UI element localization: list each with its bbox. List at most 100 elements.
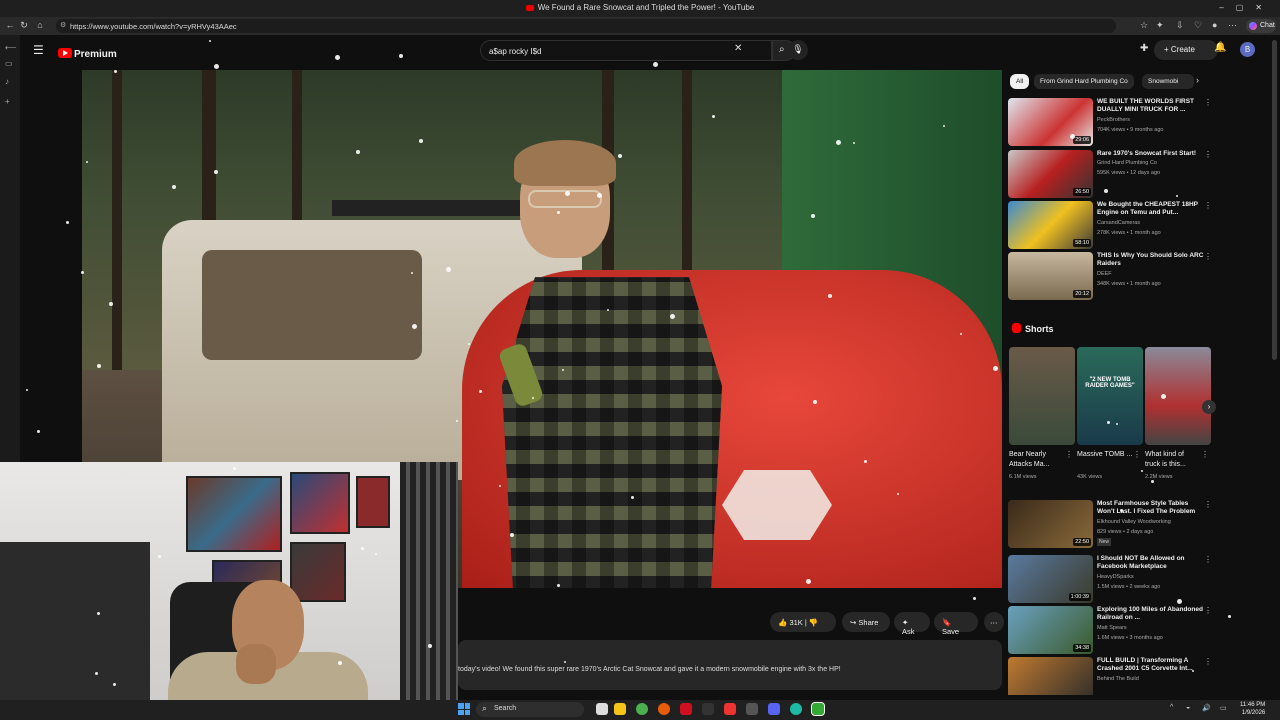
more-options-icon[interactable]: ⋮ — [1204, 657, 1212, 666]
search-input[interactable]: a$ap rocky I$d — [480, 40, 772, 61]
rail-back-icon[interactable]: ⟵ — [5, 43, 16, 52]
acrobat-icon[interactable] — [680, 703, 692, 715]
video-thumbnail[interactable]: 1:00:39 — [1008, 555, 1093, 603]
capcut-icon[interactable] — [724, 703, 736, 715]
recommendation-item[interactable]: 1:00:39 I Should NOT Be Allowed on Faceb… — [1008, 555, 1218, 605]
more-options-icon[interactable]: ⋮ — [1204, 555, 1212, 564]
screen-capture-icon[interactable] — [811, 702, 825, 716]
channel-name[interactable]: HeavyDSparks — [1097, 574, 1134, 580]
task-view-icon[interactable] — [596, 703, 608, 715]
edge-icon[interactable] — [790, 703, 802, 715]
site-info-icon[interactable]: ⚙ — [60, 21, 66, 29]
rail-tab-icon[interactable]: ▭ — [5, 59, 13, 68]
short-item[interactable]: Bear Nearly Attacks Ma... 6.1M views ⋮ — [1009, 347, 1075, 481]
favorites-icon[interactable]: ♡ — [1194, 20, 1202, 31]
page-scrollbar[interactable] — [1272, 40, 1277, 360]
more-options-icon[interactable]: ⋮ — [1204, 606, 1212, 615]
short-thumbnail[interactable] — [1145, 347, 1211, 445]
recommendation-item[interactable]: 22:50 Most Farmhouse Style Tables Won't … — [1008, 500, 1218, 550]
more-options-icon[interactable]: ⋮ — [1201, 450, 1209, 459]
short-title[interactable]: Bear Nearly Attacks Ma... — [1009, 450, 1065, 470]
network-icon[interactable]: ◒ — [1186, 704, 1190, 711]
more-options-icon[interactable]: ⋮ — [1204, 201, 1212, 210]
thumbs-down-icon[interactable]: | 👎 — [805, 618, 818, 627]
short-title[interactable]: What kind of truck is this... — [1145, 450, 1201, 470]
video-thumbnail[interactable] — [1008, 657, 1093, 695]
recommendation-item[interactable]: 20:12 THIS Is Why You Should Solo ARC Ra… — [1008, 252, 1218, 302]
tray-chevron-icon[interactable]: ^ — [1170, 704, 1173, 711]
recommendation-item[interactable]: 34:38 Exploring 100 Miles of Abandoned R… — [1008, 606, 1218, 656]
downloads-icon[interactable]: ⇩ — [1176, 20, 1184, 31]
bookmark-star-icon[interactable]: ☆ — [1140, 20, 1148, 31]
video-title[interactable]: Rare 1970's Snowcat First Start! — [1097, 150, 1205, 158]
chevron-right-icon[interactable]: › — [1196, 75, 1199, 85]
rail-audio-icon[interactable]: ♪ — [5, 77, 9, 86]
like-button[interactable]: 👍 31K | 👎 — [770, 612, 836, 632]
more-options-icon[interactable]: ⋮ — [1204, 252, 1212, 261]
shorts-next-chevron-icon[interactable]: › — [1202, 400, 1216, 414]
clear-search-icon[interactable]: ✕ — [734, 43, 742, 54]
channel-name[interactable]: Elkhound Valley Woodworking — [1097, 519, 1171, 525]
chrome-icon[interactable] — [636, 703, 648, 715]
channel-name[interactable]: Matt Spears — [1097, 625, 1127, 631]
volume-icon[interactable]: 🔊 — [1202, 704, 1211, 712]
voice-search-mic-icon[interactable]: 🎙 — [788, 40, 808, 60]
file-explorer-icon[interactable] — [614, 703, 626, 715]
more-actions-button[interactable]: ⋯ — [984, 612, 1004, 632]
more-options-icon[interactable]: ⋮ — [1204, 150, 1212, 159]
extensions-icon[interactable]: ✦ — [1156, 20, 1164, 31]
chip-from-channel[interactable]: From Grind Hard Plumbing Co — [1034, 74, 1134, 89]
create-button[interactable]: + Create — [1154, 40, 1218, 60]
video-thumbnail[interactable]: 29:06 — [1008, 98, 1093, 146]
short-thumbnail[interactable] — [1009, 347, 1075, 445]
video-thumbnail[interactable]: 22:50 — [1008, 500, 1093, 548]
hamburger-menu-icon[interactable]: ☰ — [33, 43, 44, 57]
profile-icon[interactable]: ● — [1212, 20, 1217, 30]
windows-start-icon[interactable] — [458, 703, 470, 715]
video-title[interactable]: Most Farmhouse Style Tables Won't Last. … — [1097, 500, 1205, 516]
cast-icon[interactable]: ✚ — [1140, 43, 1148, 54]
youtube-premium-logo[interactable]: Premium — [58, 44, 117, 60]
home-icon[interactable]: ⌂ — [34, 20, 46, 30]
short-thumbnail[interactable]: "2 NEW TOMB RAIDER GAMES" — [1077, 347, 1143, 445]
video-thumbnail[interactable]: 20:12 — [1008, 252, 1093, 300]
firefox-icon[interactable] — [658, 703, 670, 715]
short-title[interactable]: Massive TOMB ... — [1077, 450, 1133, 460]
recommendation-item[interactable]: 58:10 We Bought the CHEAPEST 18HP Engine… — [1008, 201, 1218, 251]
taskbar-clock[interactable]: 11:46 PM 1/9/2026 — [1240, 701, 1265, 717]
back-icon[interactable]: ← — [4, 20, 16, 30]
channel-name[interactable]: CarsandCameras — [1097, 220, 1140, 226]
battery-icon[interactable]: ▭ — [1220, 704, 1227, 712]
discord-icon[interactable] — [768, 703, 780, 715]
video-title[interactable]: THIS Is Why You Should Solo ARC Raiders — [1097, 252, 1205, 268]
menu-icon[interactable]: ⋯ — [1228, 20, 1237, 31]
channel-name[interactable]: DEEF — [1097, 271, 1112, 277]
short-item[interactable]: What kind of truck is this... 2.2M views… — [1145, 347, 1211, 481]
video-title[interactable]: We Bought the CHEAPEST 18HP Engine on Te… — [1097, 201, 1205, 217]
video-thumbnail[interactable]: 26:50 — [1008, 150, 1093, 198]
recommendation-item[interactable]: FULL BUILD | Transforming A Crashed 2001… — [1008, 657, 1218, 695]
steam-icon[interactable] — [702, 703, 714, 715]
more-options-icon[interactable]: ⋮ — [1204, 500, 1212, 509]
address-bar[interactable]: ⚙ https://www.youtube.com/watch?v=yRHVy4… — [56, 19, 1116, 33]
video-title[interactable]: Exploring 100 Miles of Abandoned Railroa… — [1097, 606, 1205, 622]
reload-icon[interactable]: ↻ — [18, 20, 30, 31]
channel-name[interactable]: PeckBrothers — [1097, 117, 1130, 123]
recommendation-item[interactable]: 29:06 WE BUILT THE WORLDS FIRST DUALLY M… — [1008, 98, 1218, 148]
chip-snowmobile[interactable]: Snowmobi — [1142, 74, 1194, 89]
channel-name[interactable]: Behind The Build — [1097, 676, 1139, 682]
taskbar-search[interactable]: Search — [476, 702, 584, 717]
rail-add-icon[interactable]: + — [5, 97, 10, 106]
chat-button[interactable]: Chat — [1246, 19, 1276, 33]
share-button[interactable]: ↪ Share — [842, 612, 890, 632]
video-title[interactable]: I Should NOT Be Allowed on Facebook Mark… — [1097, 555, 1205, 571]
save-button[interactable]: 🔖 Save — [934, 612, 978, 636]
more-options-icon[interactable]: ⋮ — [1204, 98, 1212, 107]
recommendation-item[interactable]: 26:50 Rare 1970's Snowcat First Start! G… — [1008, 150, 1218, 200]
window-controls[interactable]: –▢✕ — [1219, 3, 1274, 12]
video-title[interactable]: FULL BUILD | Transforming A Crashed 2001… — [1097, 657, 1205, 673]
app-icon[interactable] — [746, 703, 758, 715]
short-item[interactable]: "2 NEW TOMB RAIDER GAMES" Massive TOMB .… — [1077, 347, 1143, 481]
more-options-icon[interactable]: ⋮ — [1065, 450, 1073, 459]
video-description[interactable]: today's video! We found this super rare … — [458, 640, 1002, 690]
